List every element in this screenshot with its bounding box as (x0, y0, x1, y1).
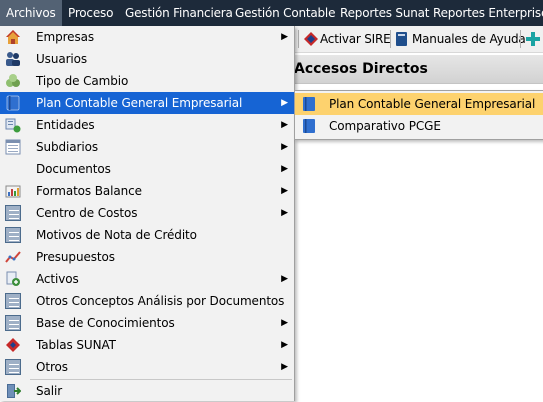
sunat-icon (6, 338, 20, 352)
manuales-de-ayuda-label: Manuales de Ayuda (412, 32, 526, 46)
panel-title: Accesos Directos (294, 61, 428, 77)
menu-item-otros-label: Otros (36, 360, 68, 374)
menu-proceso[interactable]: Proceso (68, 0, 113, 26)
menu-item-entidades-label: Entidades (36, 118, 95, 132)
menu-item-tablas-sunat[interactable]: Tablas SUNAT ▶ (0, 334, 294, 356)
toolbar-separator (390, 30, 391, 48)
manual-book-icon (396, 32, 407, 46)
menu-item-empresas[interactable]: Empresas ▶ (0, 26, 294, 48)
menu-item-formatos-balance-label: Formatos Balance (36, 184, 142, 198)
toolbar-separator (298, 30, 299, 48)
submenu-arrow-icon: ▶ (281, 340, 288, 350)
submenu-arrow-icon: ▶ (281, 98, 288, 108)
accesos-directos-header: Accesos Directos (294, 55, 543, 84)
book-icon (303, 119, 315, 133)
menu-item-centro-de-costos[interactable]: Centro de Costos ▶ (0, 202, 294, 224)
menu-item-activos[interactable]: Activos ▶ (0, 268, 294, 290)
subdiarios-icon (5, 139, 21, 155)
book-icon (303, 97, 315, 111)
plus-icon[interactable] (526, 32, 540, 46)
submenu-item-plan-contable[interactable]: Plan Contable General Empresarial (295, 93, 543, 115)
chart-icon (5, 185, 21, 198)
menu-item-otros-conceptos[interactable]: Otros Conceptos Análisis por Documentos (0, 290, 294, 312)
menu-archivos-label: Archivos (6, 6, 56, 20)
menu-item-presupuestos[interactable]: Presupuestos (0, 246, 294, 268)
submenu-arrow-icon: ▶ (281, 120, 288, 130)
menu-item-empresas-label: Empresas (36, 30, 94, 44)
menu-item-presupuestos-label: Presupuestos (36, 250, 115, 264)
menu-item-documentos-label: Documentos (36, 162, 111, 176)
menu-reportes-sunat[interactable]: Reportes Sunat (340, 0, 430, 26)
menu-proceso-label: Proceso (68, 6, 114, 20)
menu-item-formatos-balance[interactable]: Formatos Balance ▶ (0, 180, 294, 202)
menu-item-documentos[interactable]: Documentos ▶ (0, 158, 294, 180)
menu-item-base-conocimientos-label: Base de Conocimientos (36, 316, 175, 330)
menu-item-activos-label: Activos (36, 272, 79, 286)
menu-item-subdiarios-label: Subdiarios (36, 140, 99, 154)
form-icon (5, 359, 21, 375)
menu-item-salir[interactable]: Salir (0, 380, 294, 402)
menu-item-plan-contable[interactable]: Plan Contable General Empresarial ▶ (0, 92, 294, 114)
book-icon (6, 95, 20, 111)
form-icon (5, 293, 21, 309)
entities-icon (5, 118, 21, 133)
submenu-arrow-icon: ▶ (281, 274, 288, 284)
menu-item-salir-label: Salir (36, 384, 63, 398)
menu-item-subdiarios[interactable]: Subdiarios ▶ (0, 136, 294, 158)
form-icon (5, 205, 21, 221)
manuales-de-ayuda-button[interactable]: Manuales de Ayuda (412, 26, 526, 52)
plan-contable-submenu: Plan Contable General Empresarial Compar… (294, 90, 543, 140)
menu-reportes-sunat-label: Reportes Sunat (340, 6, 430, 20)
menu-item-centro-de-costos-label: Centro de Costos (36, 206, 138, 220)
submenu-arrow-icon: ▶ (281, 32, 288, 42)
submenu-item-plan-contable-label: Plan Contable General Empresarial (329, 97, 536, 111)
menu-item-otros-conceptos-label: Otros Conceptos Análisis por Documentos (36, 294, 285, 308)
form-icon (5, 315, 21, 331)
submenu-arrow-icon: ▶ (281, 186, 288, 196)
users-icon (6, 52, 20, 66)
trend-icon (5, 251, 21, 263)
menu-item-motivos-nota-credito-label: Motivos de Nota de Crédito (36, 228, 197, 242)
submenu-item-comparativo-pcge[interactable]: Comparativo PCGE (295, 115, 543, 137)
menu-item-tablas-sunat-label: Tablas SUNAT (36, 338, 116, 352)
activar-sire-label: Activar SIRE (320, 32, 391, 46)
toolbar-separator (520, 30, 521, 48)
menu-gestion-financiera-label: Gestión Financiera (125, 6, 233, 20)
assets-icon (6, 271, 20, 286)
sire-icon (304, 32, 318, 46)
menu-item-tipo-de-cambio[interactable]: Tipo de Cambio (0, 70, 294, 92)
submenu-arrow-icon: ▶ (281, 164, 288, 174)
menu-item-entidades[interactable]: Entidades ▶ (0, 114, 294, 136)
menu-item-tipo-de-cambio-label: Tipo de Cambio (36, 74, 129, 88)
home-icon (6, 30, 20, 44)
menu-archivos[interactable]: Archivos (0, 0, 62, 26)
menu-reportes-enterprise[interactable]: Reportes Enterprise (433, 0, 543, 26)
menu-item-otros[interactable]: Otros ▶ (0, 356, 294, 378)
activar-sire-button[interactable]: Activar SIRE (320, 26, 391, 52)
menu-gestion-financiera[interactable]: Gestión Financiera (125, 0, 233, 26)
menu-reportes-enterprise-label: Reportes Enterprise (433, 6, 543, 20)
menu-item-motivos-nota-credito[interactable]: Motivos de Nota de Crédito (0, 224, 294, 246)
menu-item-usuarios-label: Usuarios (36, 52, 88, 66)
submenu-arrow-icon: ▶ (281, 362, 288, 372)
menu-item-base-conocimientos[interactable]: Base de Conocimientos ▶ (0, 312, 294, 334)
submenu-arrow-icon: ▶ (281, 318, 288, 328)
archivos-dropdown-menu: Empresas ▶ Usuarios Tipo de Cambio Plan … (0, 26, 295, 401)
toolbar: ▶ Activar SIRE Manuales de Ayuda (286, 26, 543, 53)
submenu-item-comparativo-pcge-label: Comparativo PCGE (329, 119, 441, 133)
exit-icon (7, 384, 21, 398)
menu-bar: Archivos Proceso Gestión Financiera Gest… (0, 0, 543, 26)
menu-gestion-contable[interactable]: Gestión Contable (235, 0, 335, 26)
menu-item-plan-contable-label: Plan Contable General Empresarial (36, 96, 243, 110)
submenu-arrow-icon: ▶ (281, 208, 288, 218)
submenu-arrow-icon: ▶ (281, 142, 288, 152)
menu-item-usuarios[interactable]: Usuarios (0, 48, 294, 70)
exchange-icon (6, 74, 20, 87)
menu-gestion-contable-label: Gestión Contable (235, 6, 336, 20)
form-icon (5, 227, 21, 243)
